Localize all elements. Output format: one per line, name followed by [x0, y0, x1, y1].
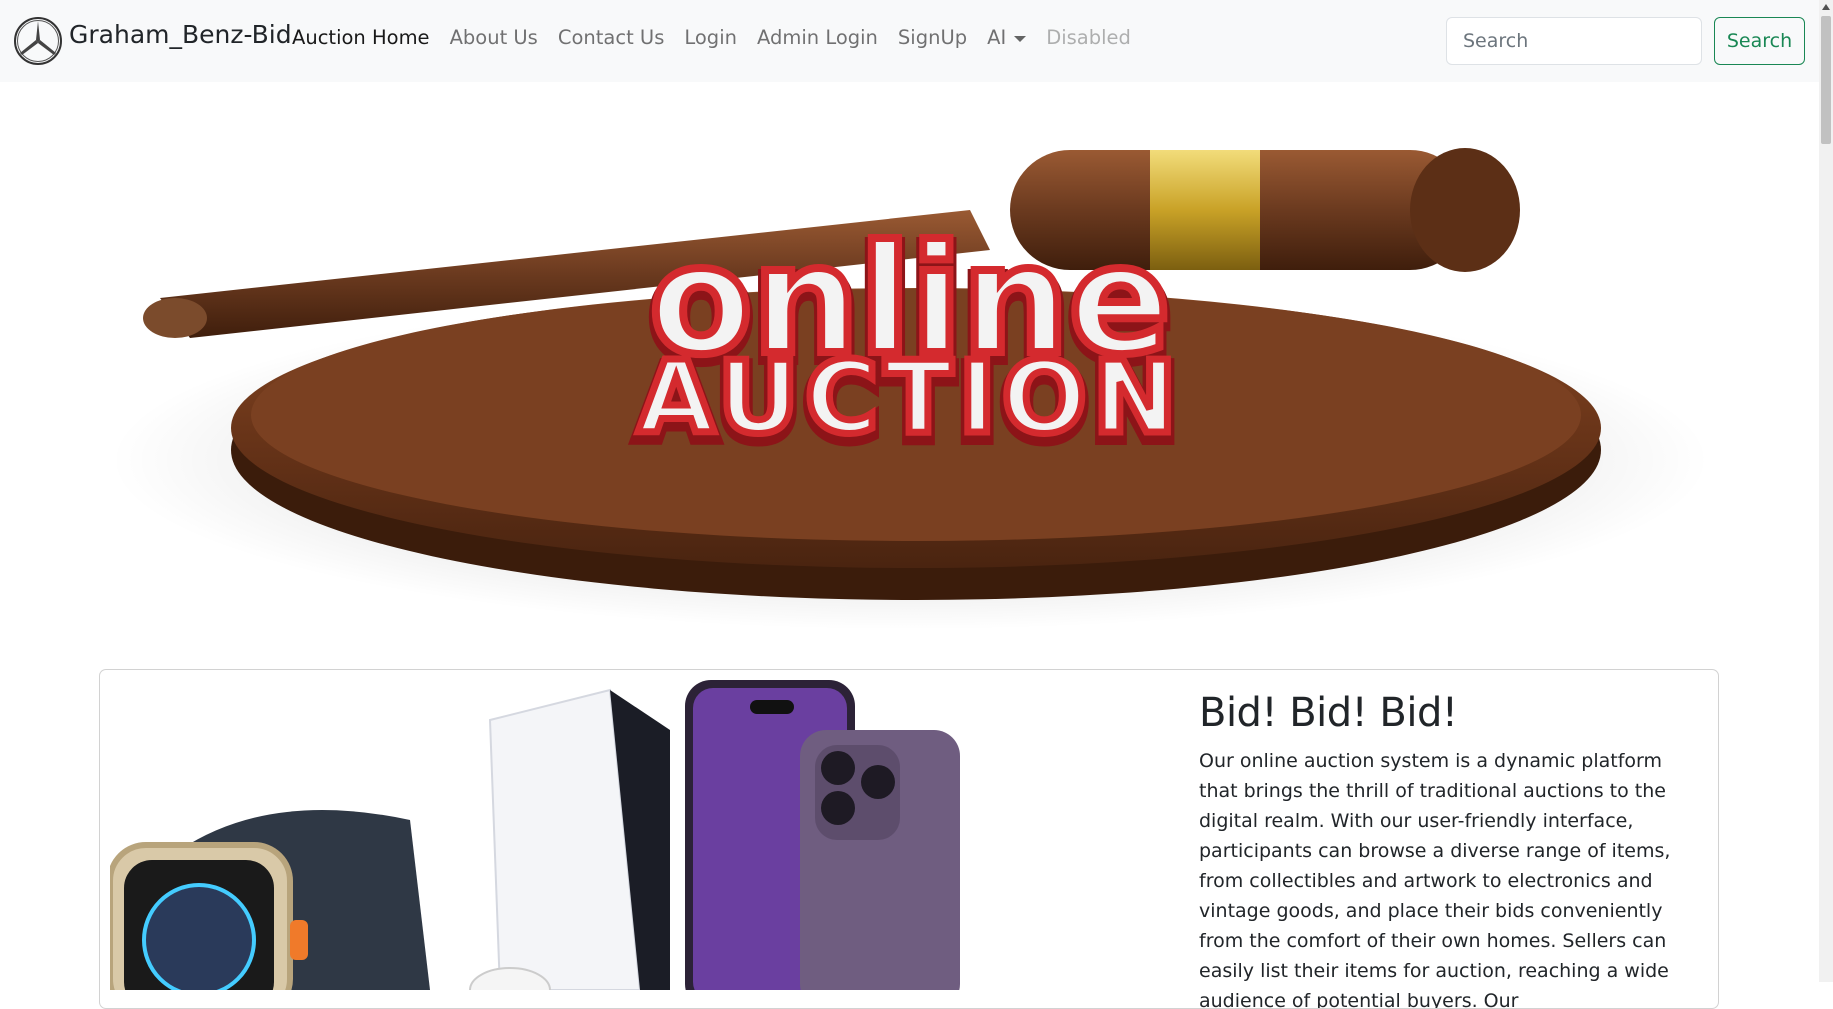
navbar: Graham_Benz-Bid Auction Home About Us Co… [0, 0, 1819, 82]
nav-ai-dropdown[interactable]: AI [987, 26, 1027, 49]
featured-card: Bid! Bid! Bid! Our online auction system… [99, 669, 1719, 1009]
nav-about-us[interactable]: About Us [450, 26, 538, 49]
nav-admin-login[interactable]: Admin Login [757, 26, 878, 49]
search-button[interactable]: Search [1714, 17, 1805, 65]
nav-contact-us[interactable]: Contact Us [558, 26, 665, 49]
nav-disabled: Disabled [1046, 26, 1131, 49]
nav-auction-home[interactable]: Auction Home [292, 26, 430, 49]
hero-word-auction: AUCTION [637, 339, 1182, 456]
card-body: Bid! Bid! Bid! Our online auction system… [1199, 690, 1699, 1009]
card-text: Our online auction system is a dynamic p… [1199, 750, 1671, 1009]
hero-online-auction-image: online online AUCTION AUCTION [110, 148, 1710, 630]
caret-down-icon [1014, 35, 1027, 42]
brand-name: Graham_Benz-Bid [69, 19, 292, 49]
scrollbar[interactable] [1819, 0, 1833, 982]
nav-login[interactable]: Login [684, 26, 737, 49]
card-title: Bid! Bid! Bid! [1199, 690, 1458, 736]
search-input[interactable] [1446, 17, 1702, 65]
products-image [110, 680, 960, 990]
scroll-up-arrow-icon[interactable] [1822, 4, 1830, 10]
nav-links: Auction Home About Us Contact Us Login A… [292, 26, 1151, 49]
nav-ai-label: AI [987, 26, 1007, 49]
brand-link[interactable]: Graham_Benz-Bid [13, 16, 292, 66]
nav-signup[interactable]: SignUp [898, 26, 967, 49]
scroll-thumb[interactable] [1821, 16, 1831, 144]
mercedes-star-icon [14, 17, 62, 65]
